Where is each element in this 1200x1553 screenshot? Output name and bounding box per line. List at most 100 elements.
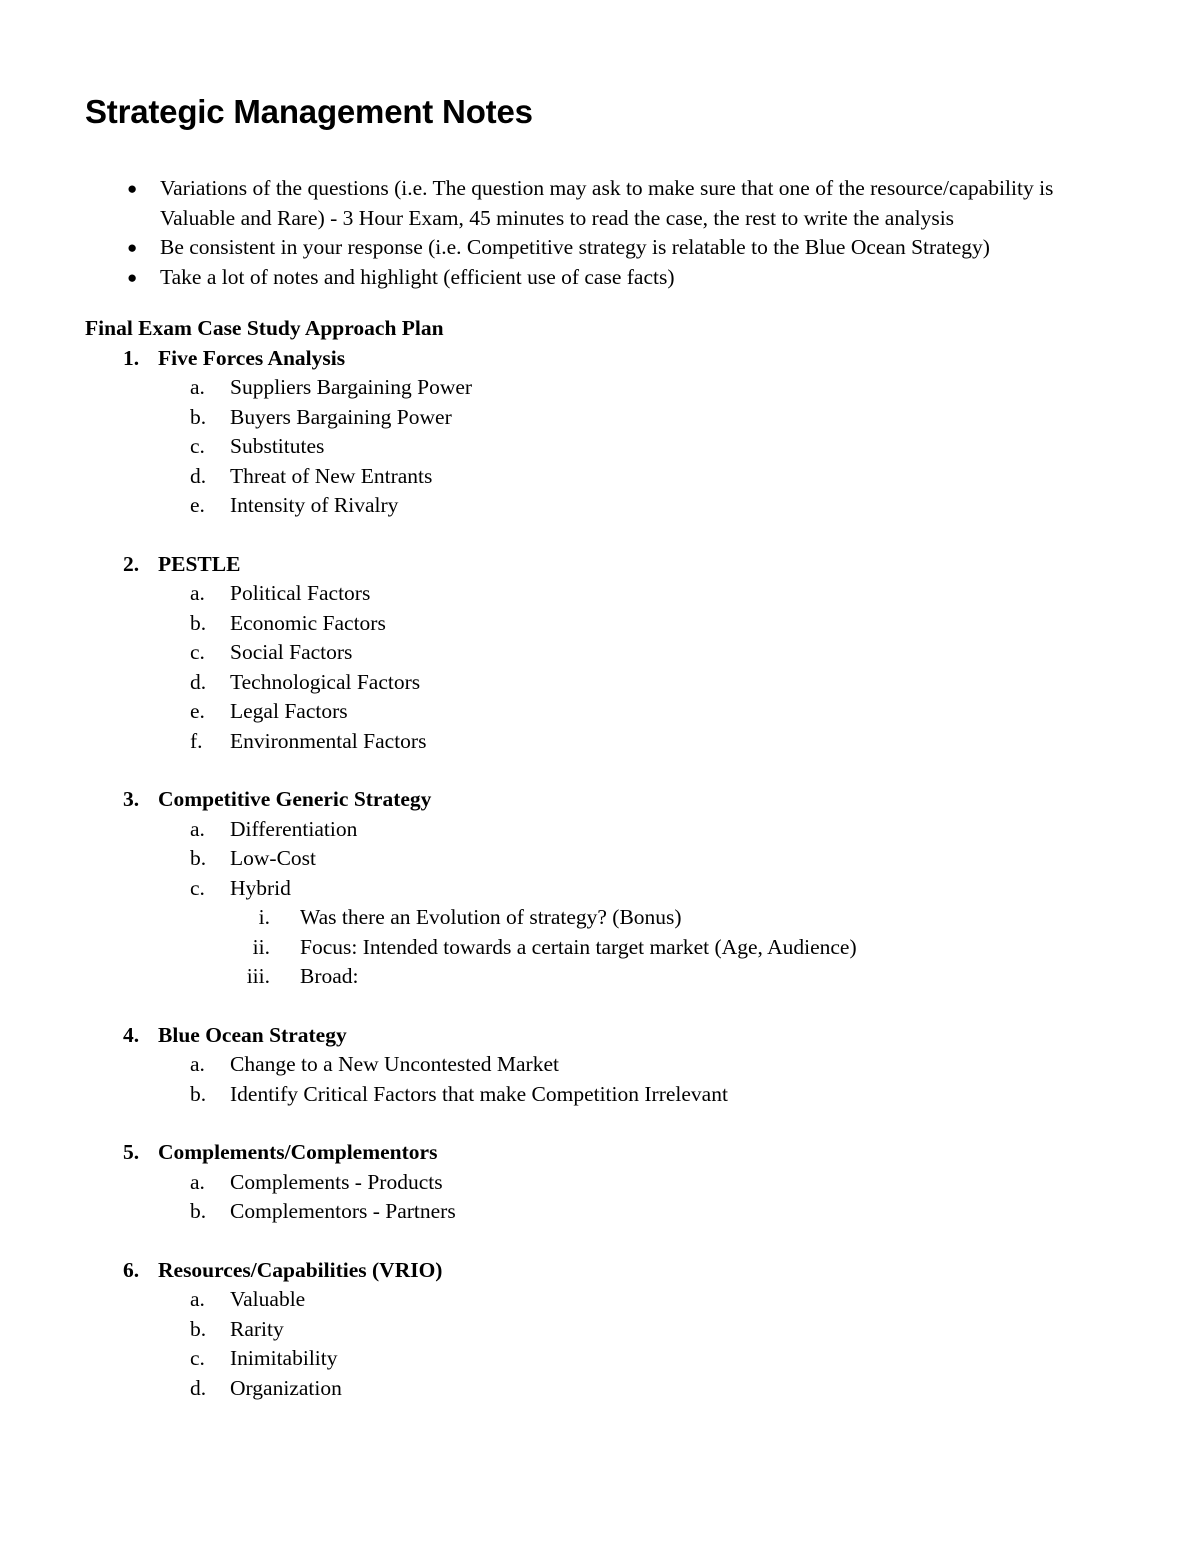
outline-level3-text: Was there an Evolution of strategy? (Bon… [300,905,682,929]
outline-level3-item: iii. Broad: [85,962,1075,992]
outline-level2-item: b. Rarity [85,1315,1075,1345]
outline-level2-text: Social Factors [230,640,353,664]
outline-level2-item: b. Economic Factors [85,609,1075,639]
outline-level2-list: a. Suppliers Bargaining Power b. Buyers Bar… [85,373,1075,521]
bullet-icon: ● [127,267,138,287]
outline-level1-title: PESTLE [158,551,241,576]
outline-level3-marker: ii. [252,934,270,959]
outline-level2-text: Environmental Factors [230,728,427,753]
outline-level2-text: Identify Critical Factors that make Comp… [230,1081,728,1106]
outline-level2-marker: d. [190,669,207,694]
outline-level2-text: Complementors - Partners [230,1199,456,1223]
outline-level2-item: b. Buyers Bargaining Power [85,403,1075,433]
outline-level2-marker: d. [190,463,207,488]
outline-section: 3. Competitive Generic Strategy a. Differen… [85,785,1075,992]
outline-level2-text: Change to a New Uncontested Market [230,1052,559,1076]
outline-level3-list: i. Was there an Evolution of strategy? (B… [85,903,1075,992]
outline-level2-marker: a. [190,816,205,841]
outline-level2-list: a. Complements - Products b. Complementors … [85,1168,1075,1227]
outline-level2-text: Substitutes [230,434,325,458]
outline-level1-title: Resources/Capabilities (VRIO) [158,1257,443,1282]
outline-level2-marker: c. [190,1346,205,1370]
outline-level2-text: Threat of New Entrants [230,463,433,488]
intro-bullet-list: ● Variations of the questions (i.e. The q… [85,174,1075,292]
outline-list: 1. Five Forces Analysis a. Suppliers Bargai… [85,344,1075,1404]
outline-level2-marker: a. [190,1287,205,1311]
outline-level1-marker: 1. [123,345,140,370]
bullet-icon: ● [127,179,138,198]
outline-level1-title: Complements/Complementors [158,1140,438,1164]
intro-bullet-item: ● Variations of the questions (i.e. The q… [85,174,1075,233]
outline-level2-text: Organization [230,1375,342,1400]
outline-level2-item: d. Organization [85,1374,1075,1404]
outline-level2-item: c. Social Factors [85,638,1075,668]
outline-level1-title: Five Forces Analysis [158,345,346,370]
outline-level2-item: d. Threat of New Entrants [85,462,1075,492]
bullet-icon: ● [127,238,138,257]
outline-level2-list: a. Change to a New Uncontested Market b. Id… [85,1050,1075,1109]
outline-level2-marker: c. [190,640,205,664]
outline-level2-marker: c. [190,875,205,900]
outline-level3-item: i. Was there an Evolution of strategy? (B… [85,903,1075,933]
outline-section: 5. Complements/Complementors a. Complements… [85,1138,1075,1227]
outline-level1-marker: 4. [123,1022,140,1047]
outline-level1-marker: 5. [123,1140,140,1164]
section-heading-final-exam-plan: Final Exam Case Study Approach Plan [85,316,444,340]
outline-level1-heading: 4. Blue Ocean Strategy [85,1021,1075,1051]
outline-level2-text: Inimitability [230,1346,338,1370]
outline-level2-marker: b. [190,404,207,429]
outline-level2-marker: b. [190,1199,207,1223]
outline-level2-marker: e. [190,699,205,723]
outline-level2-item: b. Low-Cost [85,844,1075,874]
outline-level1-heading: 5. Complements/Complementors [85,1138,1075,1168]
outline-level1-title: Competitive Generic Strategy [158,787,432,811]
outline-level2-text: Intensity of Rivalry [230,493,399,517]
outline-level2-marker: b. [190,846,207,870]
outline-level1-heading: 6. Resources/Capabilities (VRIO) [85,1256,1075,1286]
outline-level2-text: Low-Cost [230,846,316,870]
outline-level2-marker: b. [190,1316,207,1341]
outline-level2-item: a. Change to a New Uncontested Market [85,1050,1075,1080]
outline-level2-item: d. Technological Factors [85,668,1075,698]
outline-level2-list: a. Differentiation b. Low-Cost c. Hybrid i. Was… [85,815,1075,992]
outline-level2-text: Complements - Products [230,1169,443,1194]
outline-level2-item: e. Legal Factors [85,697,1075,727]
outline-level2-text: Valuable [230,1287,306,1311]
outline-level2-marker: a. [190,375,205,399]
outline-level2-marker: b. [190,1081,207,1106]
intro-bullet-item: ● Be consistent in your response (i.e. Co… [85,233,1075,263]
page-title: Strategic Management Notes [85,93,533,130]
outline-level2-item: a. Political Factors [85,579,1075,609]
outline-section: 4. Blue Ocean Strategy a. Change to a New U… [85,1021,1075,1110]
outline-level2-item: a. Suppliers Bargaining Power [85,373,1075,403]
outline-level1-marker: 2. [123,551,140,576]
outline-level2-text: Hybrid [230,875,291,900]
outline-level2-marker: a. [190,1169,205,1194]
outline-level2-list: a. Political Factors b. Economic Factors c. S… [85,579,1075,756]
outline-level2-item: c. Substitutes [85,432,1075,462]
outline-level2-list: a. Valuable b. Rarity c. Inimitability d. Organ… [85,1285,1075,1403]
outline-level1-marker: 6. [123,1257,140,1282]
outline-level2-marker: d. [190,1375,207,1400]
outline-level3-text: Broad: [300,964,359,988]
intro-bullet-text: Take a lot of notes and highlight (effic… [160,264,675,289]
outline-level2-item: f. Environmental Factors [85,727,1075,757]
outline-level2-item: b. Identify Critical Factors that make Co… [85,1080,1075,1110]
outline-level2-text: Differentiation [230,816,358,841]
outline-level2-item: a. Complements - Products [85,1168,1075,1198]
outline-section: 6. Resources/Capabilities (VRIO) a. Valuabl… [85,1256,1075,1404]
outline-level1-heading: 3. Competitive Generic Strategy [85,785,1075,815]
intro-bullet-item: ● Take a lot of notes and highlight (effi… [85,263,1075,293]
outline-level1-title: Blue Ocean Strategy [158,1022,347,1047]
outline-level2-item: e. Intensity of Rivalry [85,491,1075,521]
outline-section: 2. PESTLE a. Political Factors b. Economic Fa… [85,550,1075,757]
outline-level2-text: Political Factors [230,581,371,605]
outline-level3-text: Focus: Intended towards a certain target… [300,934,857,959]
outline-level2-item: b. Complementors - Partners [85,1197,1075,1227]
outline-level2-marker: e. [190,493,205,517]
outline-level2-item: c. Hybrid [85,874,1075,904]
outline-level1-marker: 3. [123,787,140,811]
intro-bullet-text: Variations of the questions (i.e. The qu… [160,176,1054,230]
intro-bullet-text: Be consistent in your response (i.e. Com… [160,235,990,259]
outline-level2-text: Rarity [230,1316,284,1341]
